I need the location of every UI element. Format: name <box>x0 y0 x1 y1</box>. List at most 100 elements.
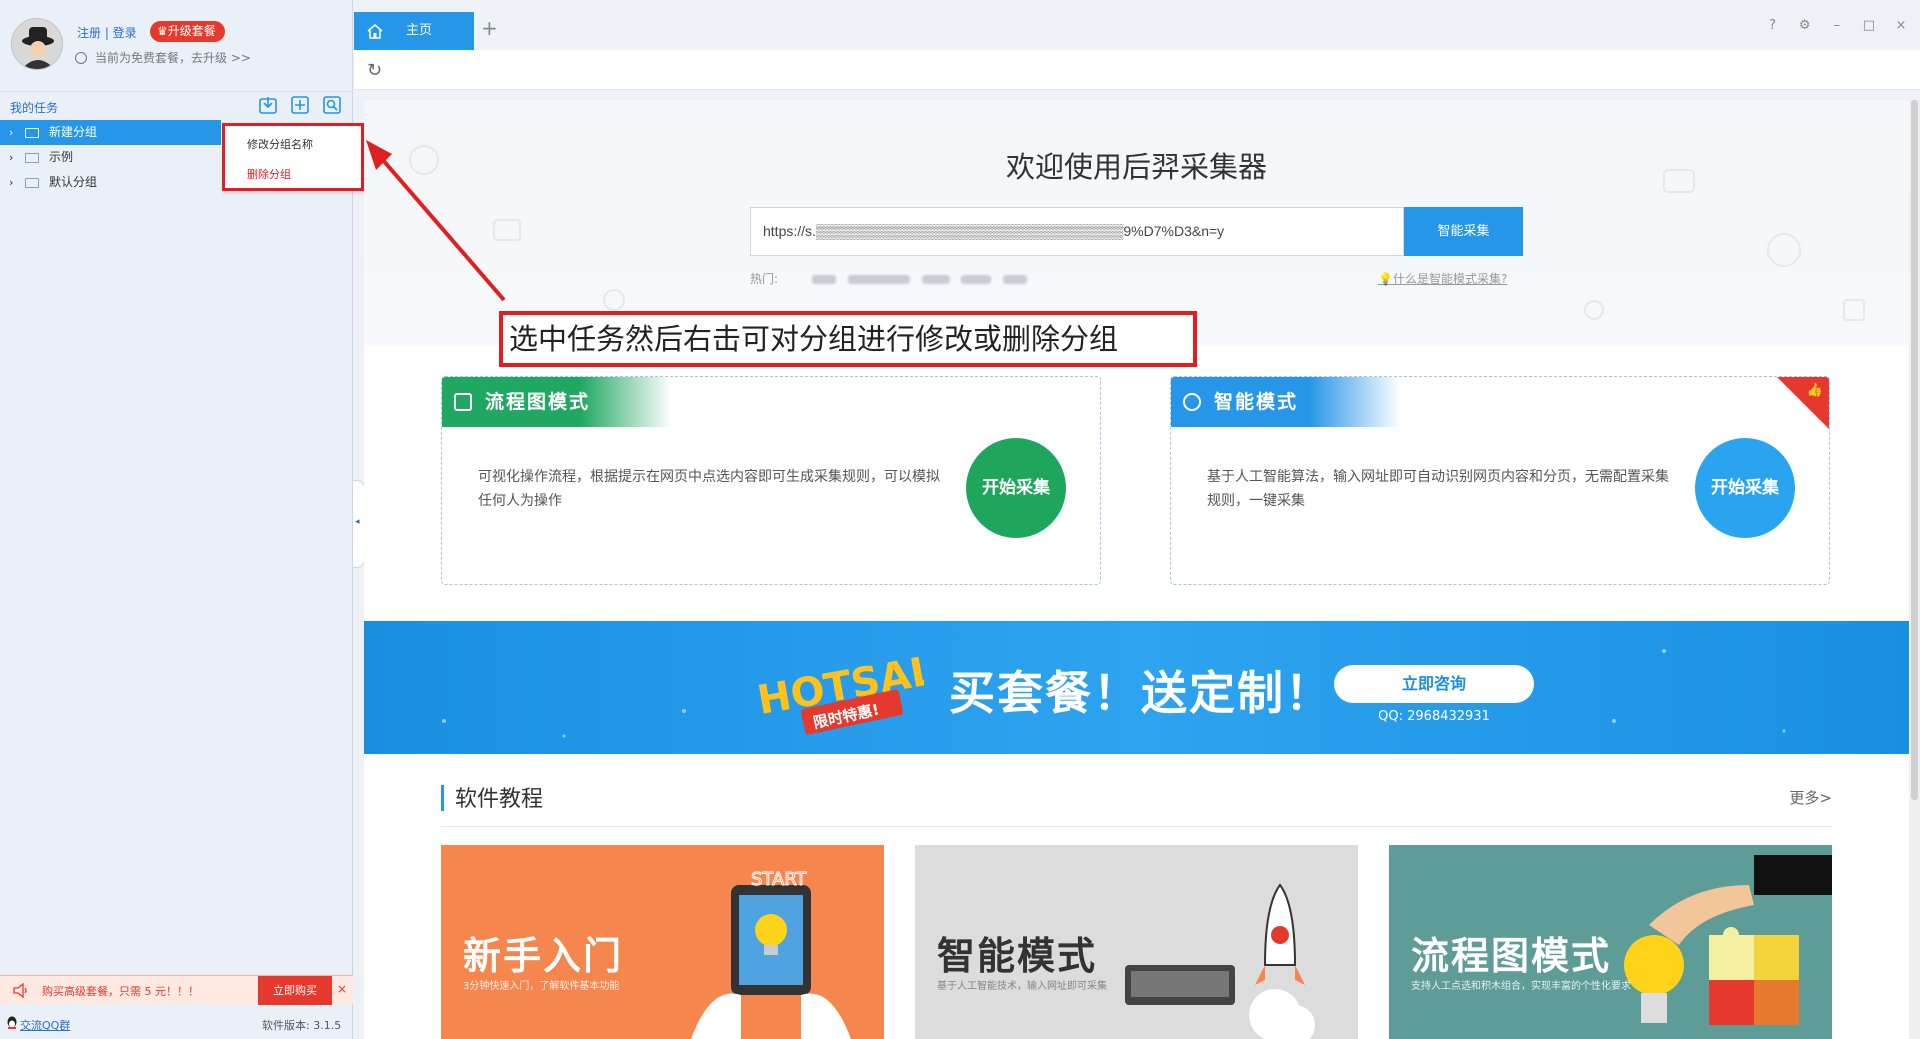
tutorial-subtitle: 基于人工智能技术，输入网址即可采集 <box>937 981 1107 992</box>
flow-mode-header: 流程图模式 <box>442 377 672 427</box>
tutorial-card-beginner[interactable]: START 新手入门 3分钟快速入门，了解软件基本功能 <box>441 845 884 1039</box>
promo-banner[interactable]: HOTSALE 限时特惠! 买套餐！送定制！ 立即咨询 QQ: 29684329… <box>364 621 1909 754</box>
hot-keyword[interactable] <box>847 275 910 284</box>
scrollbar-thumb[interactable] <box>1911 100 1918 800</box>
tree-item-label: 示例 <box>49 150 74 164</box>
chevron-right-icon[interactable]: › <box>9 170 13 195</box>
hot-label: 热门: <box>750 272 779 286</box>
vertical-scrollbar[interactable] <box>1909 100 1920 1039</box>
help-icon[interactable]: ? <box>1766 19 1780 33</box>
toolbar: ↻ <box>354 50 1920 90</box>
hot-keyword[interactable] <box>921 275 950 284</box>
smart-collect-button[interactable]: 智能采集 <box>1404 207 1523 256</box>
flowchart-icon <box>454 393 472 411</box>
thumbs-up-icon: 👍 <box>1806 383 1823 398</box>
hot-keyword[interactable] <box>1003 275 1028 284</box>
tutorial-title: 流程图模式 <box>1411 934 1612 978</box>
hotsale-logo: HOTSALE 限时特惠! <box>754 643 924 735</box>
maximize-icon[interactable]: □ <box>1862 19 1876 33</box>
flow-mode-description: 可视化操作流程，根据提示在网页中点选内容即可生成采集规则，可以模拟任何人为操作 <box>478 469 940 509</box>
welcome-title: 欢迎使用后羿采集器 <box>1005 150 1267 184</box>
alarm-clock-icon <box>75 52 87 64</box>
upgrade-plan-button[interactable]: ♛升级套餐 <box>150 21 225 42</box>
plan-status-text[interactable]: 当前为免费套餐，去升级 >> <box>95 51 251 65</box>
add-tab-button[interactable]: + <box>481 16 498 40</box>
chevron-right-icon[interactable]: › <box>9 120 13 145</box>
smart-mode-description: 基于人工智能算法，输入网址即可自动识别网页内容和分页，无需配置采集规则，一键采集 <box>1207 469 1669 509</box>
close-icon[interactable]: × <box>337 982 347 996</box>
tab-home[interactable]: 主页 <box>354 12 474 50</box>
tab-home-label: 主页 <box>406 23 433 38</box>
import-icon[interactable] <box>259 96 277 114</box>
promo-text: 购买高级套餐，只需 5 元！！！ <box>42 985 199 998</box>
lightbulb-icon: 💡 <box>1378 272 1393 286</box>
avatar[interactable] <box>11 18 63 70</box>
url-input[interactable]: https://s.▒▒▒▒▒▒▒▒▒▒▒▒▒▒▒▒▒▒▒▒▒▒▒▒▒▒▒▒▒▒… <box>750 207 1404 256</box>
smart-mode-start-button[interactable]: 开始采集 <box>1695 438 1795 538</box>
folder-icon <box>25 128 39 138</box>
minimize-icon[interactable]: – <box>1830 19 1844 33</box>
profile-area: 注册 | 登录 ♛升级套餐 当前为免费套餐，去升级 >> <box>0 0 352 88</box>
sidebar-footer: 交流QQ群 软件版本: 3.1.5 <box>0 1005 353 1039</box>
hot-keyword[interactable] <box>961 275 992 284</box>
qq-penguin-icon <box>7 1016 17 1029</box>
tutorial-subtitle: 3分钟快速入门，了解软件基本功能 <box>463 981 620 992</box>
tutorial-title: 智能模式 <box>937 934 1098 978</box>
what-is-smart-mode-label[interactable]: 什么是智能模式采集? <box>1393 272 1507 286</box>
tutorials-header: 软件教程 更多> <box>441 781 1832 827</box>
annotation-callout: 选中任务然后右击可对分组进行修改或删除分组 <box>499 311 1197 367</box>
auth-links-label[interactable]: 注册 | 登录 <box>77 26 137 40</box>
tutorial-title: 新手入门 <box>463 934 624 978</box>
refresh-icon[interactable]: ↻ <box>367 60 382 81</box>
my-tasks-header: 我的任务 <box>0 91 353 119</box>
banner-qq-number: QQ: 2968432931 <box>1378 709 1490 724</box>
what-is-smart-mode-link[interactable]: 💡什么是智能模式采集? <box>1378 270 1507 287</box>
promo-bar: 购买高级套餐，只需 5 元！！！ 立即购买 × <box>0 975 353 1005</box>
hot-keyword[interactable] <box>811 275 836 284</box>
qq-group-link[interactable]: 交流QQ群 <box>20 1017 70 1033</box>
flow-mode-start-button[interactable]: 开始采集 <box>966 438 1066 538</box>
tree-item-label: 新建分组 <box>49 125 98 139</box>
tree-item-label: 默认分组 <box>49 175 98 189</box>
window-controls: ? ⚙ – □ × <box>1753 14 1908 33</box>
plan-status[interactable]: 当前为免费套餐，去升级 >> <box>75 49 251 66</box>
tutorial-card-flowchart-mode[interactable]: 流程图模式 支持人工点选和积木组合，实现丰富的个性化要求 <box>1389 845 1832 1039</box>
folder-icon <box>25 178 39 188</box>
flow-mode-card: 流程图模式 可视化操作流程，根据提示在网页中点选内容即可生成采集规则，可以模拟任… <box>441 376 1101 585</box>
chevron-right-icon[interactable]: › <box>9 145 13 170</box>
settings-icon[interactable]: ⚙ <box>1798 19 1812 33</box>
tree-item-new-group[interactable]: › 新建分组 <box>0 120 221 145</box>
folder-icon <box>25 153 39 163</box>
login-register-link[interactable]: 注册 | 登录 <box>77 24 137 41</box>
search-icon[interactable] <box>323 96 341 114</box>
my-tasks-title: 我的任务 <box>10 101 59 115</box>
main-content: 欢迎使用后羿采集器 https://s.▒▒▒▒▒▒▒▒▒▒▒▒▒▒▒▒▒▒▒▒… <box>364 100 1909 1039</box>
home-icon <box>367 24 383 39</box>
user-avatar-icon <box>12 19 62 69</box>
speaker-icon <box>13 983 27 998</box>
smart-mode-title: 智能模式 <box>1214 391 1299 413</box>
add-icon[interactable] <box>291 96 309 114</box>
buy-now-button[interactable]: 立即购买 <box>258 976 332 1005</box>
banner-title: 买套餐！送定制！ <box>949 666 1333 720</box>
robot-icon <box>1183 393 1201 411</box>
menu-item-delete-group[interactable]: 删除分组 <box>247 166 291 182</box>
chevron-left-icon: ◂ <box>355 517 360 527</box>
software-version: 软件版本: 3.1.5 <box>262 1019 342 1032</box>
close-icon[interactable]: × <box>1894 19 1908 33</box>
tutorials-title: 软件教程 <box>455 787 544 812</box>
start-watermark-text: START <box>751 869 808 890</box>
more-tutorials-link[interactable]: 更多> <box>1789 787 1832 808</box>
menu-item-rename-group[interactable]: 修改分组名称 <box>247 136 313 152</box>
smart-mode-header: 智能模式 <box>1171 377 1401 427</box>
smart-mode-card: 智能模式 基于人工智能算法，输入网址即可自动识别网页内容和分页，无需配置采集规则… <box>1170 376 1830 585</box>
tutorial-card-smart-mode[interactable]: 智能模式 基于人工智能技术，输入网址即可采集 <box>915 845 1358 1039</box>
tab-bar: 主页 + ? ⚙ – □ × <box>354 0 1920 50</box>
consult-now-button[interactable]: 立即咨询 <box>1334 665 1534 703</box>
hot-keywords: 热门: <box>750 270 1028 287</box>
context-menu: 修改分组名称 删除分组 <box>222 123 364 191</box>
hero-section: 欢迎使用后羿采集器 https://s.▒▒▒▒▒▒▒▒▒▒▒▒▒▒▒▒▒▒▒▒… <box>364 100 1909 345</box>
tutorial-subtitle: 支持人工点选和积木组合，实现丰富的个性化要求 <box>1411 981 1631 992</box>
flow-mode-title: 流程图模式 <box>485 391 591 413</box>
section-accent-bar <box>441 785 444 811</box>
